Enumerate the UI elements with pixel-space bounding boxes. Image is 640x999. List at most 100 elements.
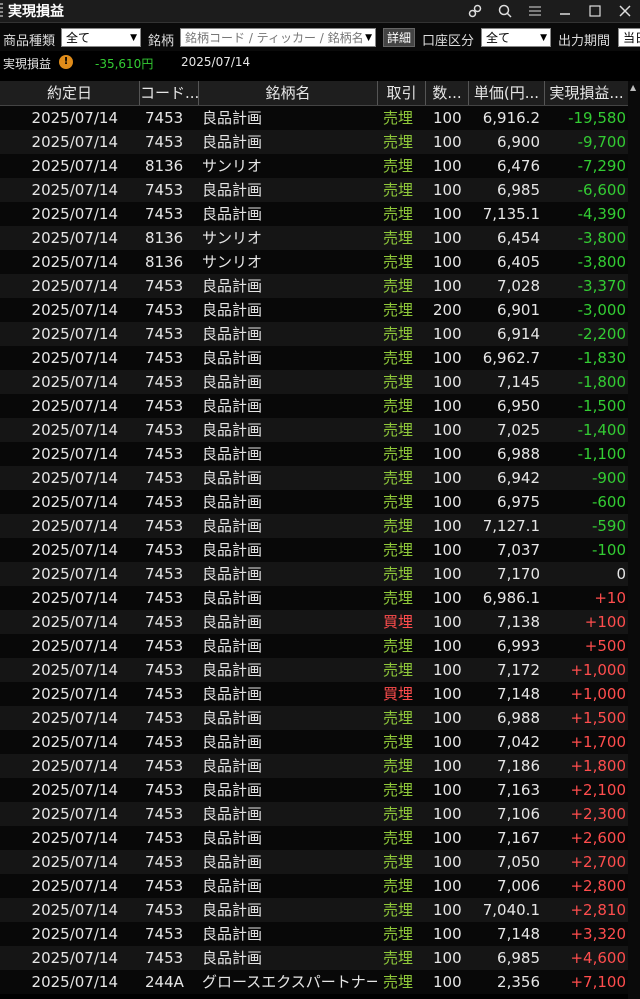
table-row[interactable]: 2025/07/14 7453 良品計画 売埋 100 7,170 0	[0, 562, 640, 586]
table-row[interactable]: 2025/07/14 7453 良品計画 売埋 100 7,025 -1,400	[0, 418, 640, 442]
table-row[interactable]: 2025/07/14 7453 良品計画 売埋 100 7,028 -3,370	[0, 274, 640, 298]
cell-code: 7453	[145, 421, 184, 439]
cell-price: 6,454	[497, 229, 540, 247]
header-qty[interactable]: 数...	[425, 81, 468, 105]
cell-realized-pl: -1,500	[577, 397, 626, 415]
table-row[interactable]: 2025/07/14 7453 良品計画 売埋 100 7,050 +2,700	[0, 850, 640, 874]
table-row[interactable]: 2025/07/14 7453 良品計画 売埋 100 6,985 -6,600	[0, 178, 640, 202]
cell-date: 2025/07/14	[31, 445, 118, 463]
maximize-icon[interactable]	[580, 0, 610, 22]
header-name[interactable]: 銘柄名	[198, 81, 377, 105]
cell-price: 7,037	[497, 541, 540, 559]
cell-qty: 200	[433, 301, 462, 319]
cell-price: 7,135.1	[482, 205, 540, 223]
cell-qty: 100	[433, 613, 462, 631]
cell-price: 2,356	[497, 973, 540, 991]
drag-handle[interactable]	[0, 3, 3, 19]
table-row[interactable]: 2025/07/14 7453 良品計画 売埋 100 6,988 -1,100	[0, 442, 640, 466]
cell-trade: 売埋	[383, 445, 414, 463]
header-date[interactable]: 約定日	[0, 81, 139, 105]
cell-name: グロースエクスパートナーズ	[202, 973, 377, 991]
table-row[interactable]: 2025/07/14 7453 良品計画 売埋 100 6,916.2 -19,580	[0, 106, 640, 130]
header-price[interactable]: 単価(円...	[468, 81, 544, 105]
cell-price: 6,914	[497, 325, 540, 343]
cell-code: 7453	[145, 589, 184, 607]
symbol-search-input[interactable]: 銘柄コード / ティッカー / 銘柄名 ▼	[180, 28, 376, 47]
cell-price: 7,042	[497, 733, 540, 751]
header-code[interactable]: コード...	[139, 81, 198, 105]
table-row[interactable]: 2025/07/14 7453 良品計画 売埋 200 6,901 -3,000	[0, 298, 640, 322]
detail-button[interactable]: 詳細	[383, 28, 415, 47]
table-row[interactable]: 2025/07/14 7453 良品計画 売埋 100 6,900 -9,700	[0, 130, 640, 154]
table-row[interactable]: 2025/07/14 7453 良品計画 買埋 100 7,148 +1,000	[0, 682, 640, 706]
close-icon[interactable]	[610, 0, 640, 22]
table-row[interactable]: 2025/07/14 8136 サンリオ 売埋 100 6,405 -3,800	[0, 250, 640, 274]
cell-price: 6,985	[497, 181, 540, 199]
table-row[interactable]: 2025/07/14 7453 良品計画 売埋 100 7,145 -1,800	[0, 370, 640, 394]
table-row[interactable]: 2025/07/14 7453 良品計画 売埋 100 7,037 -100	[0, 538, 640, 562]
cell-name: 良品計画	[202, 805, 263, 823]
header-realized-pl[interactable]: 実現損益...	[544, 81, 628, 105]
chevron-down-icon: ▼	[365, 33, 372, 43]
cell-qty: 100	[433, 157, 462, 175]
cell-name: 良品計画	[202, 685, 263, 703]
cell-code: 8136	[145, 157, 184, 175]
table-row[interactable]: 2025/07/14 7453 良品計画 売埋 100 7,042 +1,700	[0, 730, 640, 754]
cell-name: サンリオ	[202, 253, 263, 271]
cell-name: 良品計画	[202, 397, 263, 415]
header-trade[interactable]: 取引	[377, 81, 425, 105]
period-select[interactable]: 当日	[618, 28, 640, 47]
minimize-icon[interactable]	[550, 0, 580, 22]
table-row[interactable]: 2025/07/14 7453 良品計画 売埋 100 7,172 +1,000	[0, 658, 640, 682]
cell-price: 6,900	[497, 133, 540, 151]
scroll-up-icon[interactable]: ▲	[630, 83, 636, 92]
cell-qty: 100	[433, 661, 462, 679]
table-row[interactable]: 2025/07/14 7453 良品計画 売埋 100 7,186 +1,800	[0, 754, 640, 778]
table-row[interactable]: 2025/07/14 7453 良品計画 売埋 100 6,988 +1,500	[0, 706, 640, 730]
table-row[interactable]: 2025/07/14 7453 良品計画 売埋 100 7,106 +2,300	[0, 802, 640, 826]
cell-trade: 売埋	[383, 925, 414, 943]
table-row[interactable]: 2025/07/14 7453 良品計画 売埋 100 6,942 -900	[0, 466, 640, 490]
cell-price: 7,148	[497, 685, 540, 703]
cell-qty: 100	[433, 925, 462, 943]
cell-realized-pl: +500	[584, 637, 626, 655]
cell-price: 6,988	[497, 709, 540, 727]
table-body: 2025/07/14 7453 良品計画 売埋 100 6,916.2 -19,580 202…	[0, 106, 640, 994]
table-row[interactable]: 2025/07/14 7453 良品計画 買埋 100 7,138 +100	[0, 610, 640, 634]
cell-name: 良品計画	[202, 469, 263, 487]
search-icon[interactable]	[490, 0, 520, 22]
menu-icon[interactable]	[520, 0, 550, 22]
table-row[interactable]: 2025/07/14 7453 良品計画 売埋 100 7,040.1 +2,810	[0, 898, 640, 922]
table-row[interactable]: 2025/07/14 7453 良品計画 売埋 100 7,167 +2,600	[0, 826, 640, 850]
cell-qty: 100	[433, 397, 462, 415]
cell-code: 7453	[145, 805, 184, 823]
table-row[interactable]: 2025/07/14 7453 良品計画 売埋 100 7,148 +3,320	[0, 922, 640, 946]
table-row[interactable]: 2025/07/14 7453 良品計画 売埋 100 7,135.1 -4,390	[0, 202, 640, 226]
cell-name: 良品計画	[202, 277, 263, 295]
cell-qty: 100	[433, 781, 462, 799]
table-row[interactable]: 2025/07/14 7453 良品計画 売埋 100 6,914 -2,200	[0, 322, 640, 346]
table-row[interactable]: 2025/07/14 7453 良品計画 売埋 100 6,993 +500	[0, 634, 640, 658]
scrollbar[interactable]: ▲	[628, 81, 640, 999]
table-row[interactable]: 2025/07/14 7453 良品計画 売埋 100 6,985 +4,600	[0, 946, 640, 970]
table-row[interactable]: 2025/07/14 7453 良品計画 売埋 100 7,163 +2,100	[0, 778, 640, 802]
cell-date: 2025/07/14	[31, 901, 118, 919]
table-row[interactable]: 2025/07/14 7453 良品計画 売埋 100 6,986.1 +10	[0, 586, 640, 610]
table-row[interactable]: 2025/07/14 7453 良品計画 売埋 100 6,950 -1,500	[0, 394, 640, 418]
cell-date: 2025/07/14	[31, 925, 118, 943]
link-icon[interactable]	[460, 0, 490, 22]
account-type-select[interactable]: 全て ▼	[481, 28, 551, 47]
cell-trade: 売埋	[383, 277, 414, 295]
cell-date: 2025/07/14	[31, 301, 118, 319]
table-row[interactable]: 2025/07/14 7453 良品計画 売埋 100 6,975 -600	[0, 490, 640, 514]
table-row[interactable]: 2025/07/14 7453 良品計画 売埋 100 7,127.1 -590	[0, 514, 640, 538]
cell-trade: 売埋	[383, 133, 414, 151]
table-row[interactable]: 2025/07/14 7453 良品計画 売埋 100 6,962.7 -1,830	[0, 346, 640, 370]
table-row[interactable]: 2025/07/14 7453 良品計画 売埋 100 7,006 +2,800	[0, 874, 640, 898]
product-type-select[interactable]: 全て ▼	[61, 28, 141, 47]
cell-realized-pl: +2,810	[570, 901, 626, 919]
table-row[interactable]: 2025/07/14 244A グロースエクスパートナーズ 売埋 100 2,356 +7,…	[0, 970, 640, 994]
table-row[interactable]: 2025/07/14 8136 サンリオ 売埋 100 6,476 -7,290	[0, 154, 640, 178]
table-row[interactable]: 2025/07/14 8136 サンリオ 売埋 100 6,454 -3,800	[0, 226, 640, 250]
warning-icon[interactable]: !	[59, 55, 73, 69]
